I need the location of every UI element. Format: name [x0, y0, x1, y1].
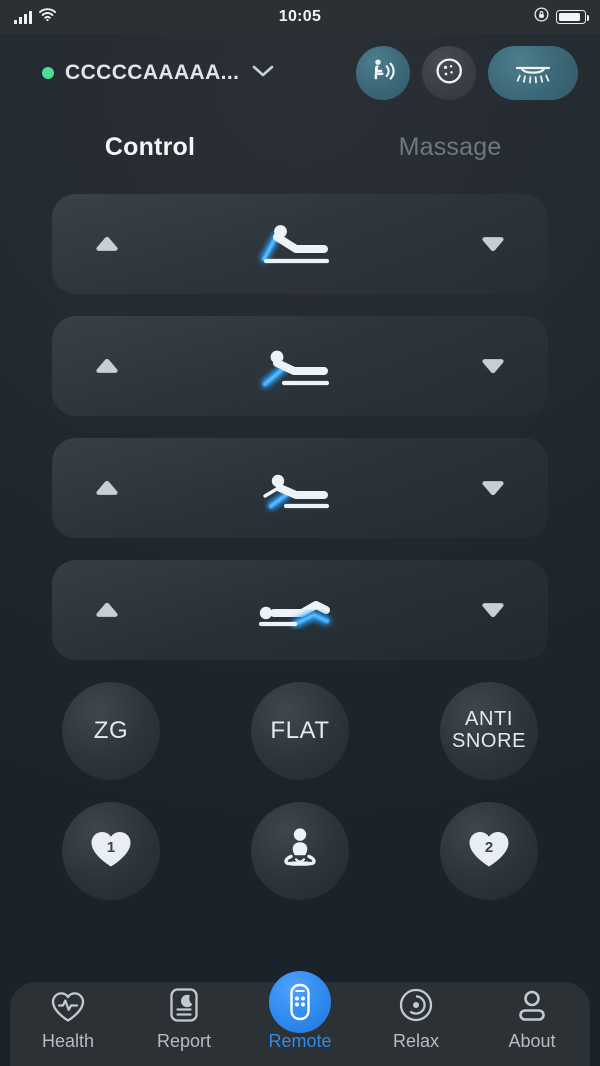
triangle-down-icon	[482, 237, 504, 252]
header-action-buttons	[356, 46, 578, 100]
foot-control-row	[52, 560, 548, 660]
triangle-down-icon	[482, 359, 504, 374]
anti-snore-label: ANTI SNORE	[452, 709, 526, 752]
meditation-button[interactable]	[251, 802, 349, 900]
bed-lumbar-raise-icon	[162, 457, 438, 519]
nav-label-remote: Remote	[268, 1031, 332, 1051]
report-moon-icon	[167, 982, 201, 1024]
triangle-down-icon	[482, 481, 504, 496]
chevron-down-icon[interactable]	[250, 63, 276, 84]
meditation-person-icon	[278, 826, 322, 877]
rotation-lock-icon	[534, 7, 549, 27]
battery-icon	[556, 10, 590, 24]
nav-item-report[interactable]: Report	[126, 982, 242, 1066]
triangle-down-icon	[482, 603, 504, 618]
memory-1-button[interactable]: 1	[62, 802, 160, 900]
device-selector[interactable]: CCCCCAAAAA...	[42, 61, 346, 85]
bed-head-raise-icon	[162, 213, 438, 275]
bed-back-raise-icon	[162, 335, 438, 397]
app-header: CCCCCAAAAA...	[0, 34, 600, 112]
nav-label-about: About	[508, 1031, 556, 1051]
triangle-up-icon	[96, 480, 118, 495]
zero-g-label: ZG	[93, 717, 129, 745]
zero-g-button[interactable]: ZG	[62, 682, 160, 780]
anti-snore-button[interactable]: ANTI SNORE	[440, 682, 538, 780]
status-bar-clock: 10:05	[278, 8, 322, 25]
nav-item-health[interactable]: Health	[10, 982, 126, 1066]
bottom-nav-wrapper: Health Report Remote Relax About	[0, 960, 600, 1066]
massage-button[interactable]	[356, 46, 410, 100]
memory-2-number: 2	[485, 839, 493, 856]
heart-one-icon: 1	[88, 828, 134, 875]
person-icon	[514, 982, 550, 1024]
cellular-signal-icon	[14, 10, 32, 24]
foot-up-button[interactable]	[52, 560, 162, 660]
preset-row-modes: ZG FLAT ANTI SNORE	[62, 682, 538, 780]
seated-person-vibration-icon	[367, 55, 399, 92]
tab-control[interactable]: Control	[0, 133, 300, 162]
anti-snore-label-line1: ANTI	[465, 708, 513, 731]
lumbar-control-row	[52, 438, 548, 538]
flat-button[interactable]: FLAT	[251, 682, 349, 780]
remote-control-icon	[269, 971, 331, 1033]
back-down-button[interactable]	[438, 316, 548, 416]
control-rows	[0, 182, 600, 660]
triangle-up-icon	[96, 602, 118, 617]
nav-item-remote[interactable]: Remote	[242, 971, 358, 1066]
underbed-light-button[interactable]	[488, 46, 578, 100]
status-bar-right	[534, 7, 590, 27]
nav-label-report: Report	[156, 1031, 212, 1051]
triangle-up-icon	[96, 358, 118, 373]
status-bar-left	[14, 8, 56, 26]
back-up-button[interactable]	[52, 316, 162, 416]
foot-down-button[interactable]	[438, 560, 548, 660]
head-up-button[interactable]	[52, 194, 162, 294]
bottom-nav: Health Report Remote Relax About	[10, 971, 590, 1066]
remote-fab	[269, 971, 331, 1033]
nav-item-relax[interactable]: Relax	[358, 982, 474, 1066]
preset-buttons: ZG FLAT ANTI SNORE 1 2	[0, 660, 600, 900]
heart-two-icon: 2	[466, 828, 512, 875]
memory-1-number: 1	[107, 839, 115, 856]
nav-label-relax: Relax	[392, 1031, 440, 1051]
memory-2-button[interactable]: 2	[440, 802, 538, 900]
preset-row-memories: 1 2	[62, 802, 538, 900]
triangle-up-icon	[96, 236, 118, 251]
nav-label-health: Health	[41, 1031, 95, 1051]
head-control-row	[52, 194, 548, 294]
connection-status-dot	[42, 67, 54, 79]
anti-snore-label-line2: SNORE	[451, 730, 527, 752]
head-down-button[interactable]	[438, 194, 548, 294]
app-root: 10:05 CCCCCAAAAA... Control Massage ZG F…	[0, 0, 600, 1066]
status-bar: 10:05	[0, 0, 600, 34]
relax-waves-icon	[397, 982, 435, 1024]
pillow-button[interactable]	[422, 46, 476, 100]
lumbar-down-button[interactable]	[438, 438, 548, 538]
primary-tabs: Control Massage	[0, 112, 600, 182]
nav-item-about[interactable]: About	[474, 982, 590, 1066]
underbed-light-icon	[510, 55, 556, 92]
tab-massage[interactable]: Massage	[300, 133, 600, 162]
bed-foot-raise-icon	[162, 579, 438, 641]
pillow-icon	[434, 56, 464, 91]
wifi-icon	[39, 8, 56, 26]
lumbar-up-button[interactable]	[52, 438, 162, 538]
heart-pulse-icon	[49, 982, 87, 1024]
device-name-label: CCCCCAAAAA...	[65, 61, 240, 84]
flat-label: FLAT	[270, 717, 330, 745]
back-control-row	[52, 316, 548, 416]
